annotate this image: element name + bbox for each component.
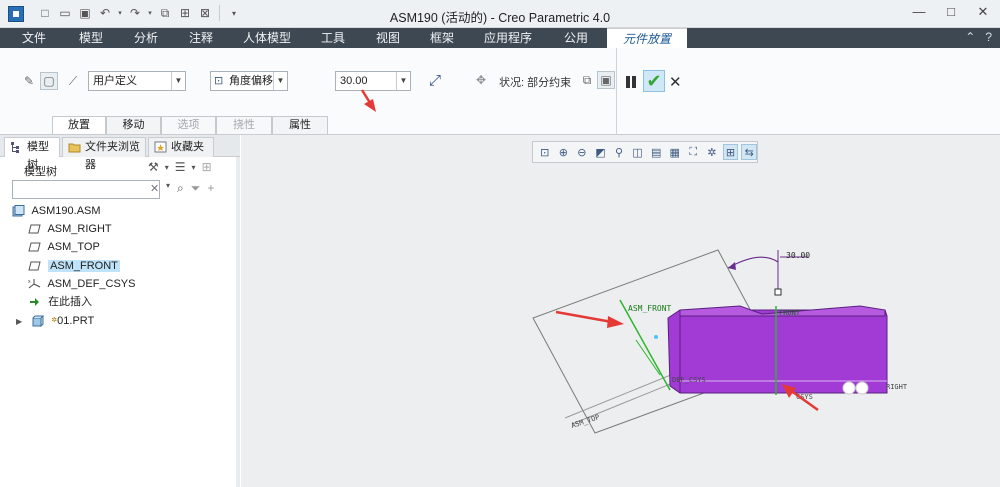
angle-dimension-value[interactable]: 30.00 [786, 251, 810, 260]
asm-front-label: ASM_FRONT [628, 304, 672, 313]
origin-marker [842, 381, 856, 395]
dimension-arrow [728, 262, 736, 270]
right-label: RIGHT [886, 383, 908, 391]
datum-axis-line [635, 339, 661, 376]
annotation-arrow-asm-front [555, 310, 624, 328]
def-csys-label: DEF_CSYS [672, 376, 706, 384]
model-scene: ASM_FRONT FRONT 30.00 DEF_CSYS CSYS RIGH… [360, 89, 908, 434]
front-label: FRONT [779, 309, 801, 317]
annotation-arrow-value [360, 89, 376, 112]
drag-handle[interactable] [774, 288, 782, 296]
asm-front-datum-line[interactable] [619, 299, 671, 391]
pivot-point [654, 335, 658, 339]
origin-marker [855, 381, 869, 395]
